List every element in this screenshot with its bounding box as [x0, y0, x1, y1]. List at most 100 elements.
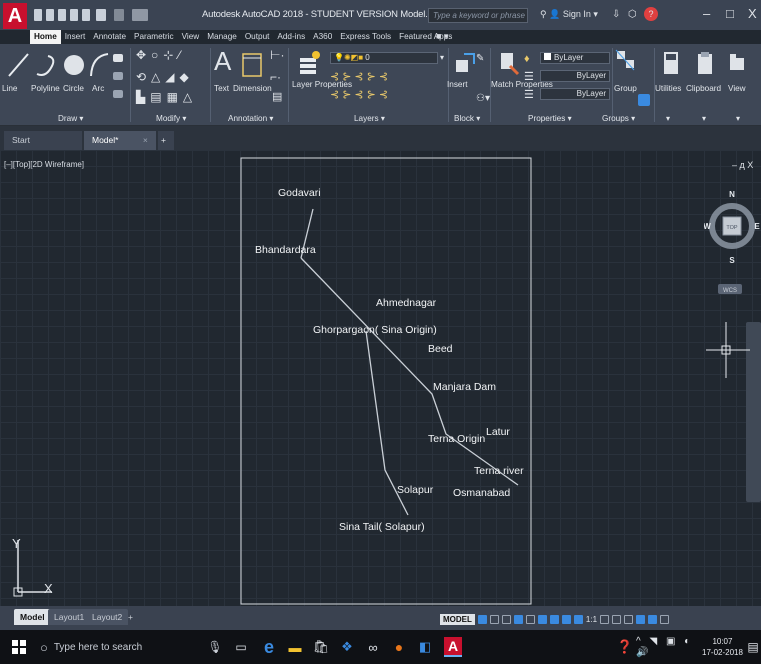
clipboard-icon[interactable]: [696, 50, 714, 78]
groups-group-label[interactable]: Groups ▾: [602, 113, 635, 123]
layer-dropdown[interactable]: 💡✺◩■ 0: [330, 52, 438, 64]
grid-icon[interactable]: [477, 614, 487, 624]
clean-screen-icon[interactable]: [660, 614, 670, 624]
annotation-group-label[interactable]: Annotation ▾: [228, 113, 274, 123]
arc-icon[interactable]: [88, 50, 110, 80]
viewcube[interactable]: TOP N S W E WCS: [704, 184, 760, 294]
view-button[interactable]: View: [728, 84, 746, 94]
tab-annotate[interactable]: Annotate: [89, 30, 130, 44]
modify-group-label[interactable]: Modify ▾: [156, 113, 187, 123]
polar-icon[interactable]: [513, 614, 523, 624]
layer-properties-icon[interactable]: [298, 50, 320, 80]
autocad-logo-button[interactable]: A: [3, 3, 27, 29]
help-tray-icon[interactable]: ❓: [616, 637, 634, 657]
polyline-button[interactable]: Polyline: [31, 84, 60, 94]
tab-layout1[interactable]: Layout1: [48, 609, 91, 625]
compass-south-label[interactable]: S: [729, 256, 735, 265]
tab-output[interactable]: Output: [241, 30, 274, 44]
leader-icon[interactable]: ⊢·: [270, 49, 284, 61]
new-tab-button[interactable]: +: [158, 131, 174, 150]
undo-icon[interactable]: [96, 9, 106, 21]
microphone-icon[interactable]: 🎙: [206, 637, 224, 657]
edge-browser-icon[interactable]: e: [260, 637, 278, 657]
place-label-terna-origin[interactable]: Terna Origin: [428, 433, 485, 445]
river-path-to-terna-line[interactable]: [300, 257, 519, 486]
tab-home[interactable]: Home: [30, 30, 61, 44]
rectangle-icon[interactable]: [113, 54, 123, 62]
cart-icon[interactable]: ⇩: [612, 9, 620, 20]
clipboard-chevron-icon[interactable]: ▾: [702, 113, 706, 123]
exchange-icon[interactable]: ⬡: [628, 9, 637, 20]
units-icon[interactable]: [624, 614, 634, 624]
place-label-terna-river[interactable]: Terna river: [474, 465, 524, 477]
notifications-icon[interactable]: ▤: [744, 637, 761, 657]
text-button[interactable]: Text: [214, 84, 229, 94]
annotation-visibility-icon[interactable]: [561, 614, 571, 624]
redo-icon[interactable]: [114, 9, 124, 21]
maximize-button[interactable]: □: [726, 6, 734, 21]
compass-north-label[interactable]: N: [729, 190, 735, 199]
properties-group-label[interactable]: Properties ▾: [528, 113, 572, 123]
place-label-bhandardara[interactable]: Bhandardara: [255, 244, 316, 256]
isolate-objects-icon[interactable]: [648, 614, 658, 624]
compass-west-label[interactable]: W: [704, 222, 711, 231]
tab-model[interactable]: Model: [14, 609, 51, 625]
place-label-manjara-dam[interactable]: Manjara Dam: [433, 381, 496, 393]
infinity-app-icon[interactable]: ∞: [364, 637, 382, 657]
utilities-button[interactable]: Utilities: [655, 84, 681, 94]
workspace-dropdown-icon[interactable]: [132, 9, 148, 21]
lineweight-dropdown[interactable]: ByLayer: [540, 88, 610, 100]
task-view-icon[interactable]: ▭: [232, 637, 250, 657]
system-tray-icons[interactable]: ^ ◥ ▣ ◐ 🔊: [636, 636, 698, 658]
dimension-icon[interactable]: [240, 50, 264, 80]
store-icon[interactable]: 🛍: [312, 637, 330, 657]
workspace-gear-icon[interactable]: [600, 614, 610, 624]
hatch-icon[interactable]: [113, 72, 123, 80]
taskbar-clock[interactable]: 10:07 17-02-2018: [702, 636, 743, 658]
search-input[interactable]: Type a keyword or phrase: [428, 8, 528, 23]
dropbox-icon[interactable]: ❖: [338, 637, 356, 657]
sign-in-button[interactable]: ⚲ 👤 Sign In ▾: [540, 9, 598, 20]
save-icon[interactable]: [58, 9, 66, 21]
object-snap-tracking-icon[interactable]: [549, 614, 559, 624]
line-icon[interactable]: [6, 50, 32, 80]
help-icon[interactable]: ?: [644, 7, 658, 21]
annotation-scale-button[interactable]: 1:1: [586, 615, 597, 624]
table-icon[interactable]: ⌐·: [270, 71, 281, 83]
isodraft-icon[interactable]: [525, 614, 535, 624]
viewport-window-controls[interactable]: – д X: [732, 160, 753, 170]
print-icon[interactable]: [82, 9, 90, 21]
add-layout-button[interactable]: +: [122, 609, 139, 625]
layers-group-label[interactable]: Layers ▾: [354, 113, 385, 123]
place-label-godavari[interactable]: Godavari: [278, 187, 321, 199]
annotation-monitor-icon[interactable]: [612, 614, 622, 624]
viewport-controls-label[interactable]: [–][Top][2D Wireframe]: [4, 160, 84, 169]
circle-button[interactable]: Circle: [63, 84, 84, 94]
close-button[interactable]: X: [748, 6, 757, 21]
insert-button[interactable]: Insert: [447, 80, 467, 90]
view-icon[interactable]: [728, 50, 746, 78]
ribbon-toggle-icon[interactable]: ■ ▾: [436, 31, 448, 42]
drawing-canvas[interactable]: Godavari Bhandardara Ahmednagar Ghorpargaon…: [0, 150, 761, 606]
modify-row-1-icons[interactable]: ✥○⊹⁄: [136, 49, 185, 61]
tab-view[interactable]: View: [178, 30, 204, 44]
firefox-icon[interactable]: ●: [390, 637, 408, 657]
tab-model-drawing[interactable]: Model* ×: [84, 131, 156, 150]
group-button[interactable]: Group: [614, 84, 637, 94]
modify-row-2-icons[interactable]: ⟲△◢◆: [136, 71, 194, 83]
circle-icon[interactable]: [62, 50, 86, 80]
insert-block-icon[interactable]: [452, 50, 478, 78]
tab-parametric[interactable]: Parametric: [130, 30, 178, 44]
place-label-latur[interactable]: Latur: [486, 426, 510, 438]
place-label-solapur[interactable]: Solapur: [397, 484, 434, 496]
object-snap-icon[interactable]: [537, 614, 547, 624]
model-space-button[interactable]: MODEL: [440, 613, 475, 625]
layer-tools-row-1[interactable]: ⊰⊱⊰⊱⊰: [330, 72, 391, 83]
place-label-sina-tail-solapur[interactable]: Sina Tail( Solapur): [339, 521, 425, 533]
tab-add-ins[interactable]: Add-ins: [273, 30, 309, 44]
outlook-icon[interactable]: ◧: [416, 637, 434, 657]
tab-manage[interactable]: Manage: [203, 30, 241, 44]
compass-east-label[interactable]: E: [754, 222, 760, 231]
dimension-button[interactable]: Dimension: [233, 84, 272, 94]
markup-icon[interactable]: ▤: [272, 92, 282, 103]
